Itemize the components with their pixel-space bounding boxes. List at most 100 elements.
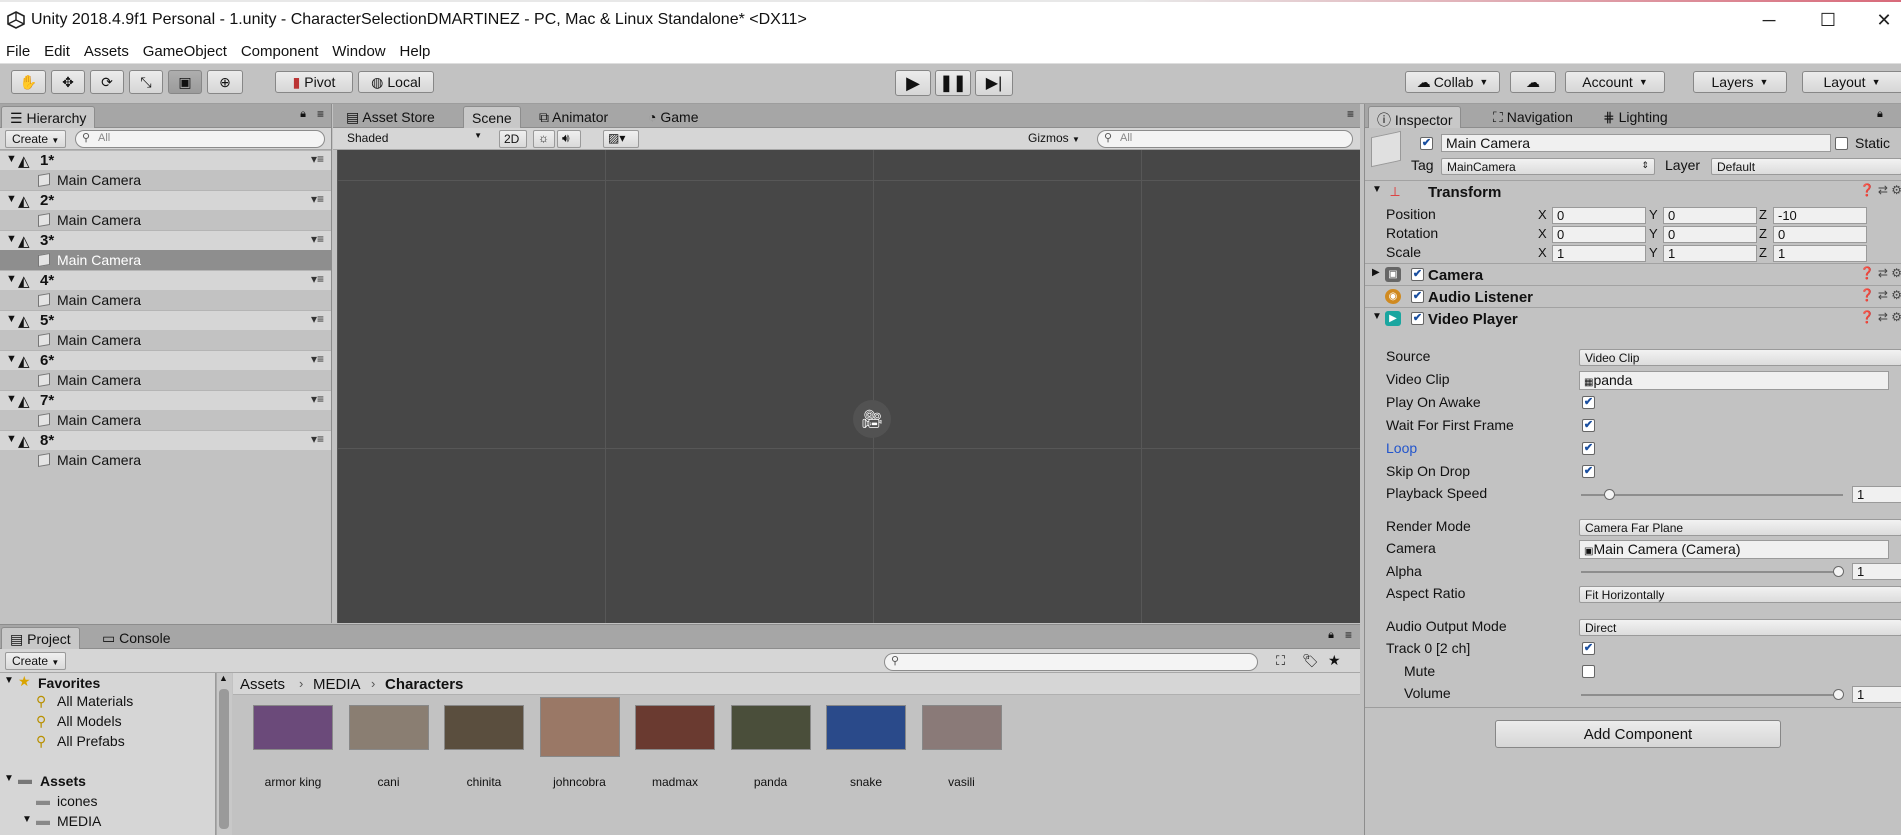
favorite-all-materials[interactable]: All Materials: [57, 693, 133, 709]
asset-item[interactable]: chinita: [444, 695, 540, 795]
volume-field[interactable]: 1: [1852, 686, 1901, 703]
playback-speed-knob[interactable]: [1604, 489, 1615, 500]
rect-tool-icon[interactable]: ▣: [168, 70, 202, 94]
tab-project[interactable]: ▤ Project: [1, 627, 80, 649]
scene-options-icon[interactable]: ▾≡: [311, 392, 324, 406]
hierarchy-item-main-camera[interactable]: Main Camera: [0, 450, 331, 470]
add-component-button[interactable]: Add Component: [1495, 720, 1781, 748]
component-menu-icon[interactable]: ❓ ⇄ ⚙: [1860, 183, 1901, 197]
breadcrumb-assets[interactable]: Assets: [240, 676, 285, 693]
mute-checkbox[interactable]: [1582, 665, 1595, 678]
tab-animator[interactable]: ⧉ Animator: [531, 106, 616, 128]
source-dropdown[interactable]: Video Clip: [1579, 349, 1901, 366]
breadcrumb-media[interactable]: MEDIA: [313, 676, 361, 693]
scene-options-icon[interactable]: ▾≡: [311, 232, 324, 246]
scene-options-icon[interactable]: ▾≡: [311, 192, 324, 206]
play-on-awake-checkbox[interactable]: ✔: [1582, 396, 1595, 409]
scene-options-icon[interactable]: ▾≡: [311, 352, 324, 366]
favorites-label[interactable]: Favorites: [38, 675, 100, 691]
component-menu-icon[interactable]: ❓ ⇄ ⚙: [1860, 288, 1901, 302]
lock-icon[interactable]: 🔒︎: [1877, 108, 1883, 121]
tab-lighting[interactable]: ⋕ Lighting: [1595, 106, 1676, 128]
filter-type-icon[interactable]: ⛶: [1276, 653, 1285, 669]
video-thumbnail[interactable]: [921, 705, 1002, 750]
effects-dropdown-icon[interactable]: ▨▾: [603, 130, 639, 148]
pause-icon[interactable]: ❚❚: [935, 70, 971, 96]
scene-row[interactable]: ▼ ◭ 7* ▾≡: [0, 390, 331, 410]
scene-row[interactable]: ▼ ◭ 5* ▾≡: [0, 310, 331, 330]
scene-canvas[interactable]: 🎥︎: [337, 150, 1360, 623]
alpha-slider[interactable]: [1581, 571, 1843, 573]
assets-root[interactable]: Assets: [40, 773, 86, 789]
rotation-z-field[interactable]: 0: [1773, 226, 1867, 243]
camera-gizmo-icon[interactable]: 🎥︎: [853, 400, 891, 438]
video-thumbnail[interactable]: [539, 697, 620, 757]
menu-edit[interactable]: Edit: [38, 40, 70, 60]
scene-row[interactable]: ▼ ◭ 8* ▾≡: [0, 430, 331, 450]
asset-item[interactable]: armor king: [253, 695, 349, 795]
local-toggle[interactable]: ◍ Local: [358, 71, 434, 93]
menu-gameobject[interactable]: GameObject: [137, 40, 227, 60]
tab-navigation[interactable]: ⛶ Navigation: [1485, 106, 1581, 128]
hierarchy-item-main-camera[interactable]: Main Camera: [0, 210, 331, 230]
audio-output-mode-dropdown[interactable]: Direct: [1579, 619, 1901, 636]
scene-row[interactable]: ▼ ◭ 2* ▾≡: [0, 190, 331, 210]
expand-icon[interactable]: ▼: [4, 773, 14, 784]
expand-icon[interactable]: ▼: [6, 233, 17, 245]
expand-icon[interactable]: ▼: [6, 433, 17, 445]
track0-checkbox[interactable]: ✔: [1582, 642, 1595, 655]
video-thumbnail[interactable]: [826, 705, 906, 750]
expand-icon[interactable]: ▼: [4, 675, 14, 686]
expand-icon[interactable]: ▼: [22, 814, 32, 825]
scroll-thumb[interactable]: [219, 689, 229, 829]
scene-row[interactable]: ▼ ◭ 4* ▾≡: [0, 270, 331, 290]
wait-first-frame-checkbox[interactable]: ✔: [1582, 419, 1595, 432]
lock-icon[interactable]: 🔒︎: [1328, 629, 1334, 642]
playback-speed-field[interactable]: 1: [1852, 486, 1901, 503]
scale-tool-icon[interactable]: ⤡: [129, 70, 163, 94]
tree-scrollbar[interactable]: ▲: [216, 673, 232, 835]
asset-item[interactable]: vasili: [921, 695, 1018, 795]
panel-menu-icon[interactable]: ≡: [1345, 628, 1352, 642]
scene-search-input[interactable]: ⚲ All: [1097, 130, 1353, 148]
video-thumbnail[interactable]: [730, 705, 811, 750]
filter-label-icon[interactable]: 🏷︎: [1302, 653, 1319, 669]
position-y-field[interactable]: 0: [1663, 207, 1757, 224]
camera-field[interactable]: ▣Main Camera (Camera): [1579, 540, 1889, 559]
tab-scene[interactable]: Scene: [463, 106, 521, 128]
menu-component[interactable]: Component: [235, 40, 319, 60]
scene-row[interactable]: ▼ ◭ 6* ▾≡: [0, 350, 331, 370]
hand-tool-icon[interactable]: ✋: [11, 70, 46, 94]
menu-file[interactable]: File: [0, 40, 30, 60]
audio-listener-header[interactable]: ◉ ✔ Audio Listener ❓ ⇄ ⚙: [1365, 285, 1901, 307]
create-dropdown[interactable]: Create ▼: [5, 652, 67, 670]
loop-checkbox[interactable]: ✔: [1582, 442, 1595, 455]
position-z-field[interactable]: -10: [1773, 207, 1867, 224]
volume-slider[interactable]: [1581, 694, 1843, 696]
hierarchy-item-main-camera[interactable]: Main Camera: [0, 410, 331, 430]
expand-icon[interactable]: ▼: [6, 193, 17, 205]
expand-icon[interactable]: ▼: [6, 313, 17, 325]
close-icon[interactable]: ✕: [1867, 8, 1901, 32]
tab-inspector[interactable]: ⓘ Inspector: [1368, 106, 1462, 128]
asset-item[interactable]: panda: [730, 695, 827, 795]
render-mode-dropdown[interactable]: Camera Far Plane: [1579, 519, 1901, 536]
folder-icones[interactable]: icones: [57, 793, 97, 809]
skip-on-drop-checkbox[interactable]: ✔: [1582, 465, 1595, 478]
gizmos-dropdown[interactable]: Gizmos ▼: [1023, 130, 1085, 147]
hierarchy-item-main-camera[interactable]: Main Camera: [0, 250, 331, 270]
favorite-all-prefabs[interactable]: All Prefabs: [57, 733, 125, 749]
hierarchy-item-main-camera[interactable]: Main Camera: [0, 370, 331, 390]
pivot-toggle[interactable]: ▮ Pivot: [275, 71, 353, 93]
camera-enabled-checkbox[interactable]: ✔: [1411, 268, 1424, 281]
rotate-tool-icon[interactable]: ⟳: [90, 70, 124, 94]
video-thumbnail[interactable]: [444, 705, 524, 750]
folder-media[interactable]: MEDIA: [57, 813, 101, 829]
asset-item[interactable]: snake: [826, 695, 922, 795]
video-player-enabled-checkbox[interactable]: ✔: [1411, 312, 1424, 325]
breadcrumb-characters[interactable]: Characters: [385, 676, 463, 693]
tab-console[interactable]: ▭ Console: [94, 627, 179, 649]
collab-dropdown[interactable]: ☁ Collab ▼: [1405, 71, 1500, 93]
transform-tool-icon[interactable]: ⊕: [207, 70, 243, 94]
component-menu-icon[interactable]: ❓ ⇄ ⚙: [1860, 310, 1901, 324]
